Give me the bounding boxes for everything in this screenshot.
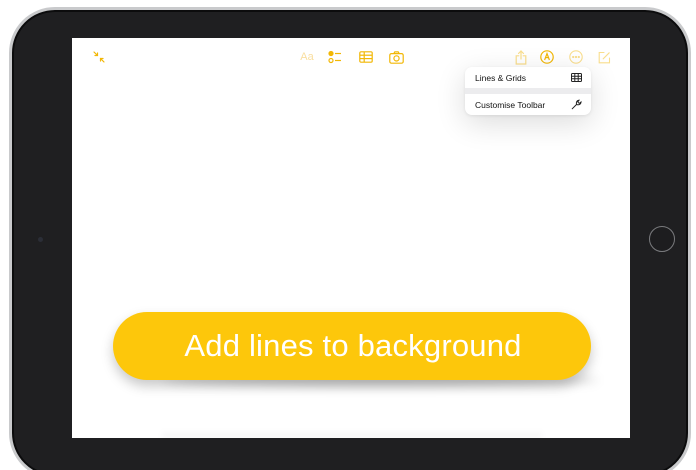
collapse-arrows-icon[interactable] bbox=[92, 50, 106, 64]
grid-icon bbox=[571, 73, 582, 82]
more-options-menu: Lines & Grids Customise Toolbar bbox=[465, 67, 591, 115]
format-text-label: Aa bbox=[300, 51, 314, 63]
menu-item-lines-grids[interactable]: Lines & Grids bbox=[465, 67, 591, 88]
checklist-icon[interactable] bbox=[327, 49, 343, 65]
camera-icon[interactable] bbox=[388, 49, 404, 65]
table-icon[interactable] bbox=[358, 49, 374, 65]
menu-item-customise-toolbar[interactable]: Customise Toolbar bbox=[465, 94, 591, 115]
menu-item-label: Customise Toolbar bbox=[475, 99, 546, 110]
compose-note-icon[interactable] bbox=[596, 49, 612, 65]
share-icon[interactable] bbox=[513, 48, 529, 66]
wrench-icon bbox=[571, 99, 582, 110]
bottom-shadow bbox=[162, 430, 542, 438]
more-options-icon[interactable] bbox=[568, 49, 584, 65]
format-text-button[interactable]: Aa bbox=[298, 49, 316, 65]
callout-text: Add lines to background bbox=[184, 328, 522, 363]
front-camera bbox=[38, 237, 43, 242]
stage: Aa Lines & Grids Customise Toolbar Add l… bbox=[0, 0, 696, 470]
callout-banner: Add lines to background bbox=[113, 312, 591, 380]
home-button[interactable] bbox=[649, 226, 675, 252]
menu-item-label: Lines & Grids bbox=[475, 72, 527, 83]
markup-pen-icon[interactable] bbox=[539, 49, 555, 65]
